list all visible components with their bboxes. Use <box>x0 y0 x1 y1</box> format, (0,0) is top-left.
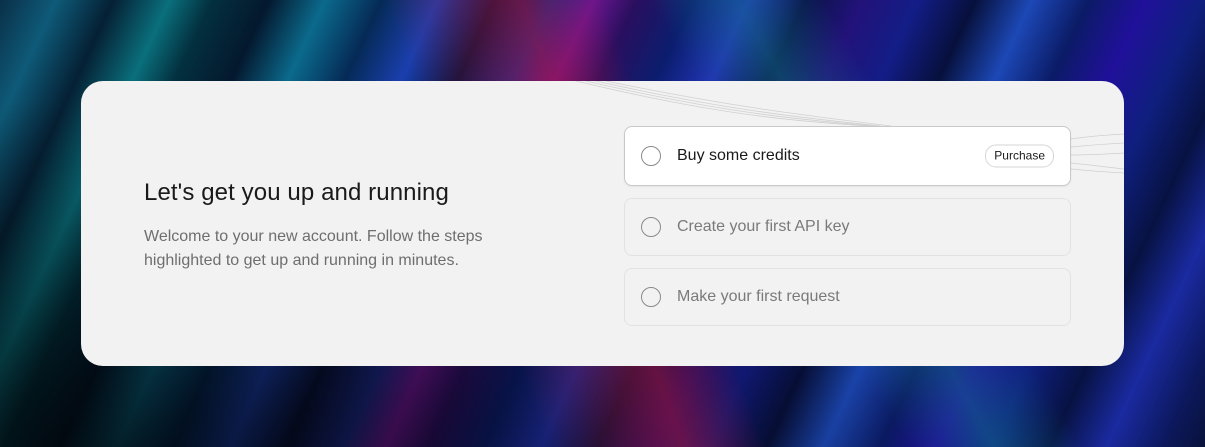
empty-circle-icon <box>641 146 661 166</box>
step-label: Make your first request <box>677 288 840 305</box>
purchase-button[interactable]: Purchase <box>985 144 1054 168</box>
step-buy-credits[interactable]: Buy some credits Purchase <box>624 126 1071 186</box>
step-label: Create your first API key <box>677 218 850 235</box>
empty-circle-icon <box>641 287 661 307</box>
intro-section: Let's get you up and running Welcome to … <box>144 178 544 273</box>
page-title: Let's get you up and running <box>144 179 449 206</box>
onboarding-card: Let's get you up and running Welcome to … <box>81 81 1124 366</box>
page-subtitle: Welcome to your new account. Follow the … <box>144 228 483 269</box>
step-first-request[interactable]: Make your first request <box>624 268 1071 326</box>
empty-circle-icon <box>641 217 661 237</box>
step-label: Buy some credits <box>677 147 800 164</box>
step-create-api-key[interactable]: Create your first API key <box>624 198 1071 256</box>
